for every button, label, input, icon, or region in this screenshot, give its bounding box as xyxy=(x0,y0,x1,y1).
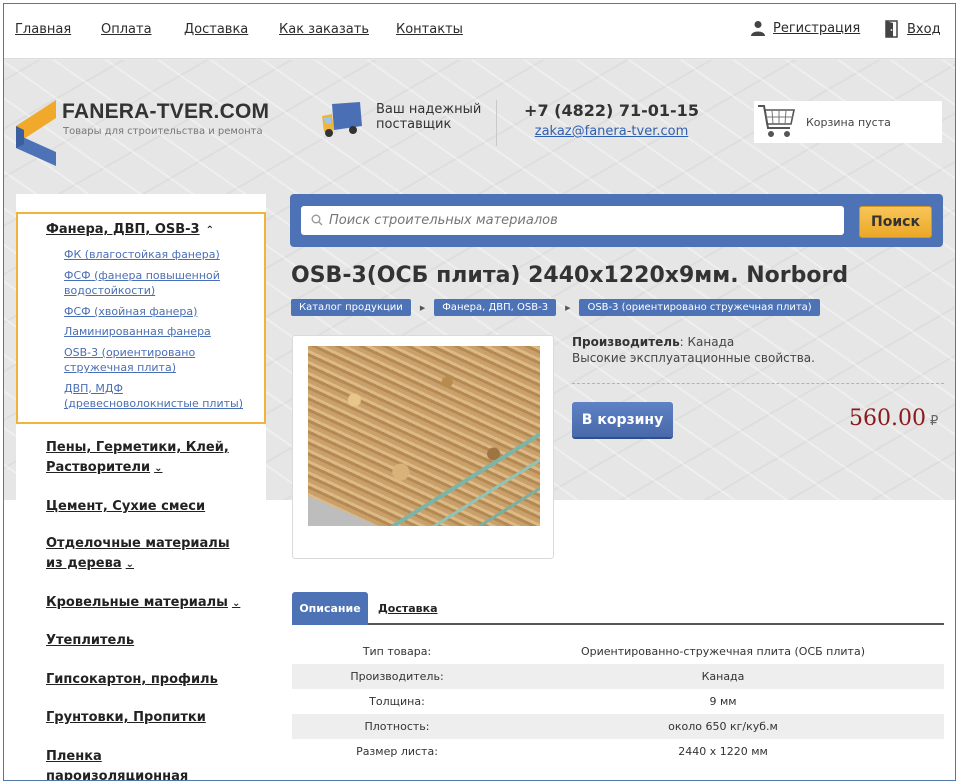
sidebar-category-label: Пены, Герметики, Клей, Растворители xyxy=(46,440,229,475)
search-icon xyxy=(311,214,323,226)
chevron-down-icon: ⌄ xyxy=(231,598,241,609)
login-link[interactable]: Вход xyxy=(907,22,941,37)
tab-description[interactable]: Описание xyxy=(292,592,368,625)
board-edge xyxy=(321,453,540,526)
register-link-group[interactable]: Регистрация xyxy=(750,20,860,36)
manufacturer-value: : Канада xyxy=(679,335,735,349)
product-price: 560.00 ₽ xyxy=(849,406,938,431)
ruble-icon: ₽ xyxy=(929,414,939,429)
breadcrumb-plywood[interactable]: Фанера, ДВП, OSB-3 xyxy=(434,299,557,316)
cart-status: Корзина пуста xyxy=(806,115,891,129)
page-frame: Главная Оплата Доставка Как заказать Кон… xyxy=(3,3,956,781)
product-title: OSB-3(ОСБ плита) 2440x1220x9мм. Norbord xyxy=(291,263,849,288)
search-button[interactable]: Поиск xyxy=(859,206,932,238)
site-logo[interactable]: FANERA-TVER.COM Товары для строительства… xyxy=(16,100,269,170)
logo-mark-icon xyxy=(16,100,56,166)
user-icon xyxy=(751,21,765,36)
chevron-up-icon: ⌃ xyxy=(205,225,214,236)
subcategory-fsf[interactable]: ФСФ (фанера повышенной водостойкости) xyxy=(64,268,260,299)
shopping-cart-icon xyxy=(758,105,795,137)
sidebar-category-open: Фанера, ДВП, OSB-3 ⌃ ФК (влагостойкая фан… xyxy=(16,212,266,424)
manufacturer-line: Производитель: Канада xyxy=(572,334,944,350)
table-row: Плотность: около 650 кг/куб.м xyxy=(292,714,944,739)
spec-key: Размер листа: xyxy=(356,745,438,758)
product-info: Производитель: Канада Высокие эксплуатац… xyxy=(572,334,944,366)
delivery-truck-icon xyxy=(322,102,362,137)
manufacturer-label: Производитель xyxy=(572,335,680,349)
nav-link-how-to-order[interactable]: Как заказать xyxy=(279,22,369,37)
sidebar-category-vapor-film[interactable]: Пленка пароизоляционная xyxy=(46,747,246,780)
nav-link-home[interactable]: Главная xyxy=(15,22,71,37)
top-navigation: Главная Оплата Доставка Как заказать Кон… xyxy=(4,4,955,59)
breadcrumb: Каталог продукции ▶ Фанера, ДВП, OSB-3 ▶… xyxy=(291,299,820,316)
sidebar-category-label: Отделочные материалы из дерева xyxy=(46,536,230,571)
floor-shape xyxy=(308,496,378,526)
sidebar-category-foams[interactable]: Пены, Герметики, Клей, Растворители ⌄ xyxy=(46,438,246,479)
sidebar-category-plywood[interactable]: Фанера, ДВП, OSB-3 ⌃ xyxy=(46,222,214,237)
spec-value: около 650 кг/куб.м xyxy=(668,720,778,733)
sidebar-category-primers[interactable]: Грунтовки, Пропитки xyxy=(46,708,246,728)
sidebar-category-cement[interactable]: Цемент, Сухие смеси xyxy=(46,497,246,517)
spec-value: Канада xyxy=(701,670,745,683)
category-sidebar: Фанера, ДВП, OSB-3 ⌃ ФК (влагостойкая фан… xyxy=(16,194,266,780)
table-row: Тип товара: Ориентированно-стружечная пл… xyxy=(292,639,944,664)
table-row: Размер листа: 2440 x 1220 мм xyxy=(292,739,944,764)
info-divider xyxy=(572,383,944,384)
subcategory-fsf-conifer[interactable]: ФСФ (хвойная фанера) xyxy=(64,304,260,320)
register-link[interactable]: Регистрация xyxy=(773,21,860,36)
board-edge xyxy=(311,431,540,526)
cart-widget[interactable]: Корзина пуста xyxy=(754,101,942,143)
subcategory-laminated[interactable]: Ламинированная фанера xyxy=(64,324,260,340)
sidebar-category-label: Фанера, ДВП, OSB-3 xyxy=(46,222,200,237)
add-to-cart-button[interactable]: В корзину xyxy=(572,402,673,437)
search-input[interactable] xyxy=(301,206,844,235)
breadcrumb-separator-icon: ▶ xyxy=(565,303,571,312)
contacts-block: +7 (4822) 71-01-15 zakaz@fanera-tver.com xyxy=(524,101,699,139)
breadcrumb-separator-icon: ▶ xyxy=(419,303,426,312)
spec-key: Тип товара: xyxy=(362,645,432,658)
sidebar-category-drywall[interactable]: Гипсокартон, профиль xyxy=(46,670,246,690)
email-link[interactable]: zakaz@fanera-tver.com xyxy=(524,124,699,139)
subcategory-osb3[interactable]: OSB-3 (ориентировано стружечная плита) xyxy=(64,345,260,376)
sidebar-category-wood-finishing[interactable]: Отделочные материалы из дерева ⌄ xyxy=(46,534,246,575)
nav-link-contacts[interactable]: Контакты xyxy=(396,22,463,37)
spec-key: Плотность: xyxy=(364,720,430,733)
subcategory-fk[interactable]: ФК (влагостойкая фанера) xyxy=(64,247,260,263)
spec-value: 9 мм xyxy=(709,695,737,708)
login-link-group[interactable]: Вход xyxy=(884,20,941,38)
header-divider xyxy=(496,100,497,146)
logo-subtitle: Товары для строительства и ремонта xyxy=(63,126,263,137)
chevron-down-icon: ⌄ xyxy=(154,463,163,474)
spec-key: Толщина: xyxy=(369,695,425,708)
sidebar-category-label: Кровельные материалы xyxy=(46,595,228,610)
product-tabs: Описание Доставка xyxy=(292,592,944,625)
product-image-card[interactable] xyxy=(292,335,554,559)
tab-delivery[interactable]: Доставка xyxy=(378,592,438,625)
table-row: Производитель: Канада xyxy=(292,664,944,689)
sidebar-category-roofing[interactable]: Кровельные материалы ⌄ xyxy=(46,593,246,614)
price-value: 560.00 xyxy=(849,406,926,431)
phone-number[interactable]: +7 (4822) 71-01-15 xyxy=(524,101,699,120)
sidebar-category-insulation[interactable]: Утеплитель xyxy=(46,631,246,651)
nav-link-delivery[interactable]: Доставка xyxy=(184,22,248,37)
logo-title: FANERA-TVER.COM xyxy=(62,100,270,123)
breadcrumb-catalog[interactable]: Каталог продукции xyxy=(291,299,411,316)
spec-value: 2440 x 1220 мм xyxy=(678,745,768,758)
supplier-block: Ваш надежный поставщик xyxy=(320,102,486,140)
spec-table: Тип товара: Ориентированно-стружечная пл… xyxy=(292,639,944,764)
door-icon xyxy=(885,20,898,38)
chevron-down-icon: ⌄ xyxy=(125,559,135,570)
spec-value: Ориентированно-стружечная плита (ОСБ пли… xyxy=(581,645,865,658)
search-bar: Поиск xyxy=(290,194,943,247)
subcategory-list: ФК (влагостойкая фанера) ФСФ (фанера пов… xyxy=(64,247,260,417)
table-row: Толщина: 9 мм xyxy=(292,689,944,714)
nav-link-payment[interactable]: Оплата xyxy=(101,22,152,37)
supplier-text: Ваш надежный поставщик xyxy=(376,102,482,132)
spec-key: Производитель: xyxy=(350,670,444,683)
product-photo[interactable] xyxy=(308,346,540,526)
subcategory-dvp-mdf[interactable]: ДВП, МДФ (древесноволокнистые плиты) xyxy=(64,381,260,412)
breadcrumb-osb3[interactable]: OSB-3 (ориентировано стружечная плита) xyxy=(579,299,820,316)
product-feature: Высокие эксплуатационные свойства. xyxy=(572,351,815,365)
